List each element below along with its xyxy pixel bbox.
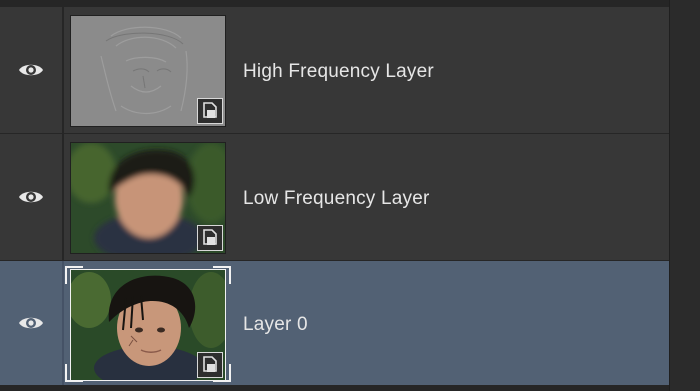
visibility-toggle[interactable] [0,7,64,133]
visibility-toggle[interactable] [0,261,64,385]
layer-row-low-frequency[interactable]: Low Frequency Layer [0,133,670,260]
layer-row-layer-0[interactable]: Layer 0 [0,260,670,385]
selection-corner [65,266,83,284]
layer-row-high-frequency[interactable]: High Frequency Layer [0,6,670,133]
visibility-toggle[interactable] [0,134,64,260]
eye-icon [19,317,43,329]
eye-icon [19,64,43,76]
smart-object-icon [197,98,223,124]
eye-icon [19,191,43,203]
layers-panel: High Frequency Layer Low Frequency Layer… [0,0,700,391]
panel-scroll-gutter[interactable] [669,0,700,391]
layer-name: Low Frequency Layer [243,188,430,209]
selection-corner [65,364,83,382]
selection-corner [213,364,231,382]
layer-thumbnail[interactable] [70,269,226,381]
layer-name: High Frequency Layer [243,61,434,82]
layer-thumbnail[interactable] [70,15,226,127]
layer-thumbnail[interactable] [70,142,226,254]
smart-object-icon [197,225,223,251]
selection-corner [213,266,231,284]
layer-name: Layer 0 [243,314,308,335]
